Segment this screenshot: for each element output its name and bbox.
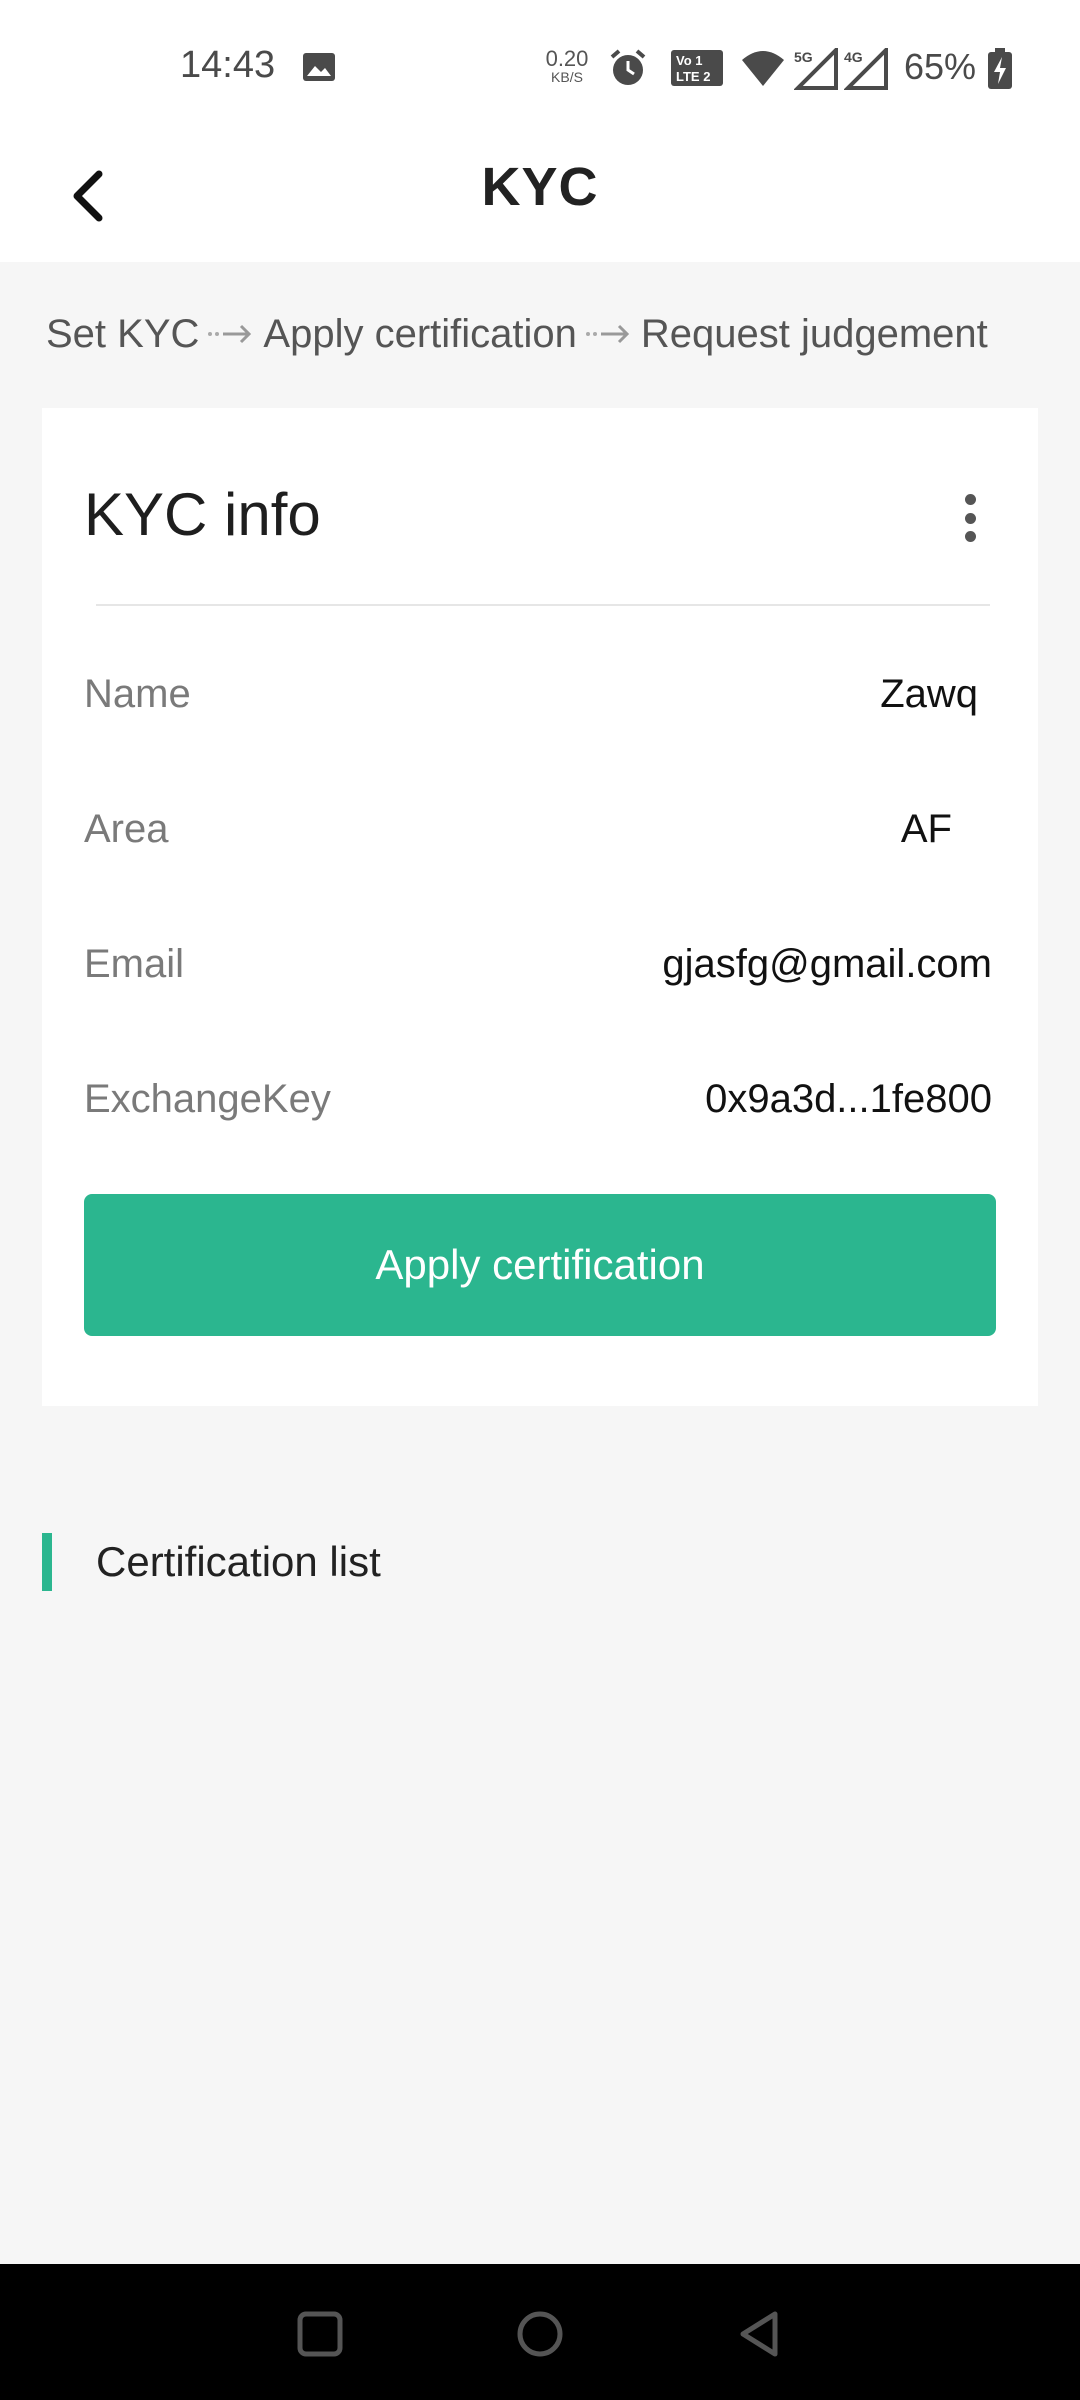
- battery-percent: 65%: [904, 46, 977, 87]
- svg-text:4G: 4G: [844, 49, 863, 65]
- apply-certification-button[interactable]: Apply certification: [84, 1194, 996, 1336]
- section-accent-bar: [42, 1533, 52, 1591]
- field-label: ExchangeKey: [84, 1076, 331, 1121]
- field-value: gjasfg@gmail.com: [662, 941, 992, 986]
- kyc-screen: 14:43 0.20 KB/S Vo 1 LTE 2 5G 4G 65% KYC…: [0, 0, 1080, 2400]
- field-email: Email gjasfg@gmail.com: [84, 934, 992, 994]
- field-value: AF: [900, 806, 952, 851]
- card-title: KYC info: [84, 481, 321, 548]
- system-nav-bar: [0, 2264, 1080, 2400]
- step-set-kyc: Set KYC: [46, 311, 200, 356]
- field-label: Name: [84, 671, 191, 716]
- network-speed: 0.20 KB/S: [545, 46, 589, 85]
- volte-icon: Vo 1 LTE 2: [671, 50, 723, 86]
- svg-text:LTE 2: LTE 2: [676, 69, 710, 84]
- wifi-icon: [742, 51, 784, 86]
- back-icon[interactable]: [730, 2304, 790, 2364]
- step-apply-certification: Apply certification: [263, 311, 577, 356]
- home-icon[interactable]: [510, 2304, 570, 2364]
- field-name: Name Zawq: [84, 664, 992, 724]
- app-bar: KYC: [0, 136, 1080, 262]
- svg-text:Vo 1: Vo 1: [676, 53, 703, 68]
- kyc-steps: Set KYC Apply certification Request judg…: [46, 306, 988, 362]
- signal-4g-icon: 4G: [844, 48, 888, 90]
- alarm-icon: [610, 49, 646, 85]
- section-title: Certification list: [96, 1538, 381, 1585]
- divider: [96, 604, 990, 606]
- certification-list-header: Certification list: [42, 1532, 381, 1592]
- signal-5g-icon: 5G: [794, 48, 838, 90]
- field-exchange-key: ExchangeKey 0x9a3d...1fe800: [84, 1069, 992, 1129]
- svg-text:5G: 5G: [794, 49, 813, 65]
- field-label: Email: [84, 941, 185, 986]
- battery-charging-icon: [988, 48, 1012, 89]
- page-title: KYC: [481, 157, 599, 217]
- step-request-judgement: Request judgement: [640, 311, 988, 356]
- kyc-info-card: KYC info Name Zawq Area AF Email gjasfg@…: [42, 408, 1038, 1406]
- field-label: Area: [84, 806, 169, 851]
- gallery-icon: [303, 53, 335, 81]
- more-vertical-icon[interactable]: [950, 488, 990, 548]
- field-value: 0x9a3d...1fe800: [705, 1076, 992, 1121]
- status-time: 14:43: [180, 44, 276, 86]
- field-area: Area AF: [84, 799, 992, 859]
- dotted-arrow-icon: [207, 322, 255, 346]
- dotted-arrow-icon: [585, 322, 633, 346]
- status-bar: 14:43 0.20 KB/S Vo 1 LTE 2 5G 4G 65%: [0, 0, 1080, 136]
- recent-apps-icon[interactable]: [290, 2304, 350, 2364]
- field-value: Zawq: [880, 671, 978, 716]
